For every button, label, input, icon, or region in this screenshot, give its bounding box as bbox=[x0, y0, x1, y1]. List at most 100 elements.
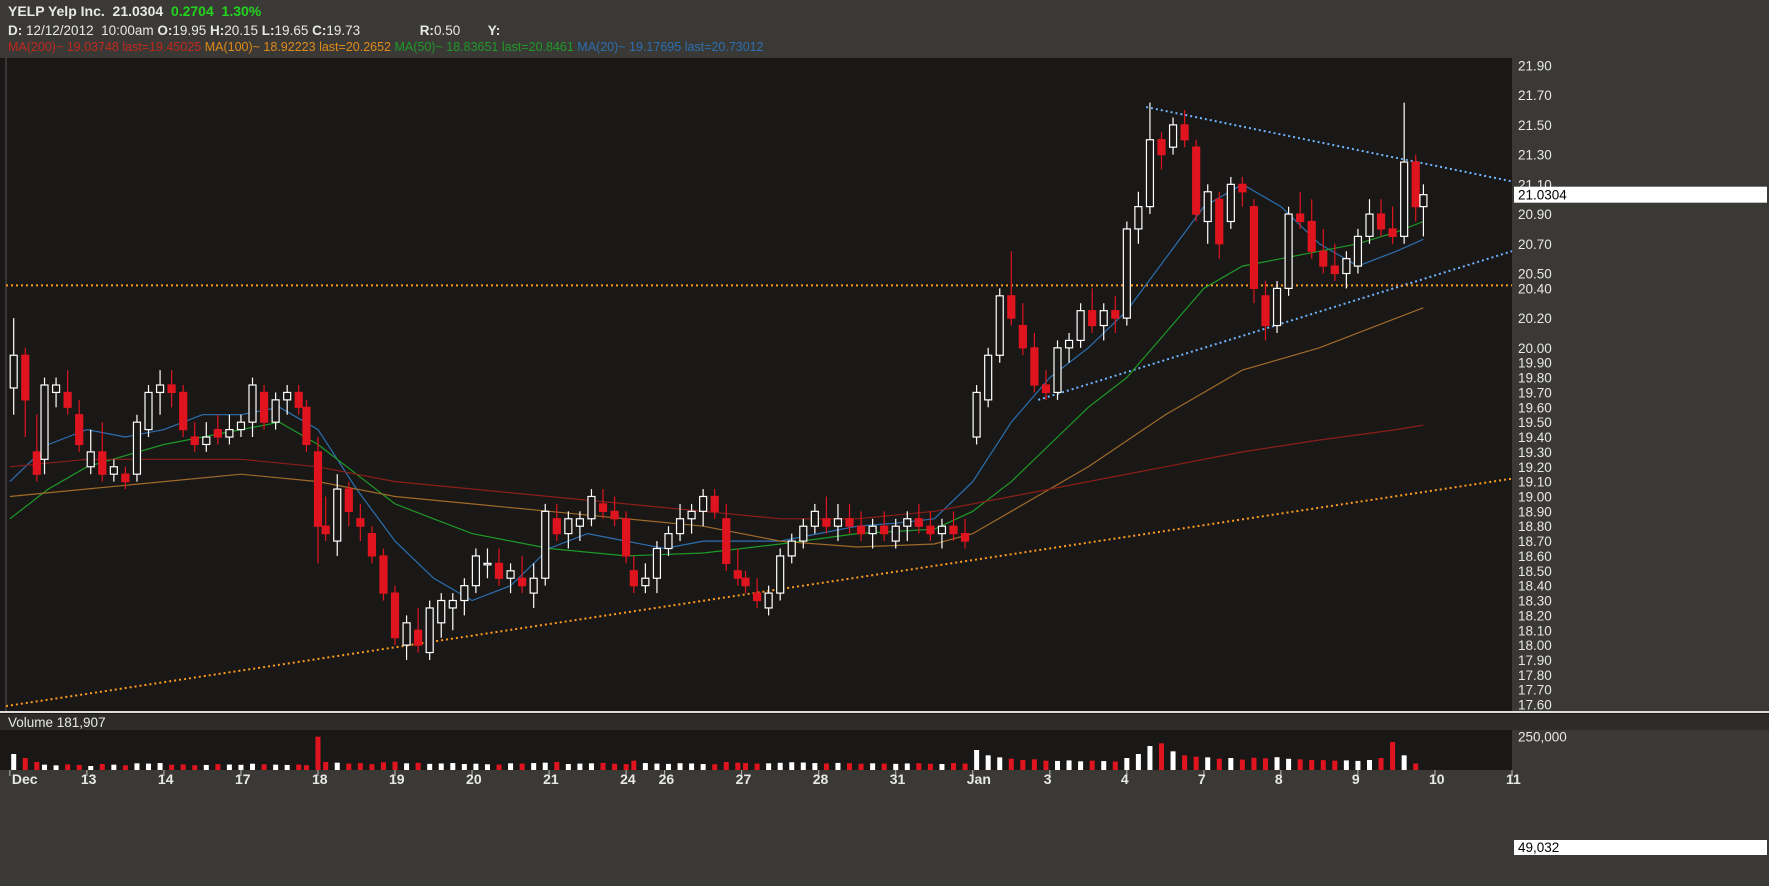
volume-bar bbox=[542, 762, 548, 770]
volume-bar bbox=[1170, 751, 1176, 770]
candle-body bbox=[121, 473, 130, 483]
volume-bar bbox=[927, 763, 933, 770]
volume-bar bbox=[1205, 757, 1211, 770]
candle-body bbox=[926, 525, 935, 535]
date-tick-label: 11 bbox=[1506, 771, 1521, 787]
volume-bar bbox=[1043, 760, 1049, 770]
volume-bar bbox=[261, 764, 267, 770]
volume-bar bbox=[284, 764, 290, 770]
date-tick-label: 28 bbox=[813, 771, 829, 787]
price-tick-label: 20.70 bbox=[1518, 237, 1552, 252]
candle-body bbox=[699, 495, 708, 512]
price-chart[interactable]: 17.6017.7017.8017.9018.0018.1018.2018.30… bbox=[0, 0, 1769, 886]
volume-bar bbox=[531, 763, 537, 770]
candle-body bbox=[1272, 287, 1282, 327]
price-tick-label: 20.00 bbox=[1518, 341, 1552, 356]
candle-body bbox=[344, 488, 353, 512]
volume-bar bbox=[1112, 761, 1118, 770]
price-tick-label: 19.50 bbox=[1518, 415, 1552, 430]
candle-body bbox=[425, 607, 434, 654]
candle-body bbox=[1064, 339, 1074, 349]
volume-bar bbox=[1031, 759, 1037, 770]
volume-bar bbox=[904, 763, 910, 770]
candle-body bbox=[752, 592, 762, 602]
price-tick-label: 19.20 bbox=[1518, 460, 1552, 475]
date-tick-label: 7 bbox=[1198, 771, 1206, 787]
volume-bar bbox=[76, 764, 82, 770]
candle-body bbox=[710, 495, 719, 512]
candle-body bbox=[810, 510, 819, 527]
candle-body bbox=[460, 585, 469, 602]
candle-body bbox=[610, 510, 619, 520]
candle-body bbox=[333, 488, 342, 542]
volume-bar bbox=[450, 763, 456, 770]
date-tick-label: 20 bbox=[466, 771, 482, 787]
candle-body bbox=[63, 391, 72, 408]
candle-body bbox=[51, 384, 61, 394]
volume-bar bbox=[53, 765, 59, 770]
price-tick-label: 20.90 bbox=[1518, 207, 1552, 222]
volume-bar bbox=[1239, 759, 1245, 770]
volume-bar bbox=[346, 763, 352, 770]
candle-body bbox=[271, 399, 280, 423]
candle bbox=[541, 503, 550, 586]
candle-body bbox=[1330, 265, 1339, 275]
volume-bar bbox=[743, 763, 749, 770]
volume-bar bbox=[1355, 760, 1361, 770]
candle-body bbox=[202, 436, 211, 446]
candle bbox=[302, 399, 311, 452]
candle-body bbox=[40, 384, 49, 460]
candle-body bbox=[1249, 206, 1259, 289]
candle-body bbox=[1192, 146, 1201, 215]
candle-body bbox=[167, 384, 176, 394]
candle-body bbox=[506, 570, 515, 579]
candle-body bbox=[1099, 310, 1108, 327]
candle-body bbox=[109, 466, 118, 475]
candle-body bbox=[1238, 183, 1247, 193]
date-tick-label: Dec bbox=[12, 771, 38, 787]
volume-bar bbox=[1274, 757, 1280, 770]
volume-bar bbox=[588, 763, 594, 770]
candle-body bbox=[1376, 213, 1386, 230]
candle-body bbox=[1180, 124, 1189, 141]
candle-body bbox=[891, 525, 900, 542]
volume-bar bbox=[296, 764, 302, 770]
volume-bar bbox=[847, 763, 853, 770]
volume-bar bbox=[951, 763, 957, 770]
price-tick-label: 18.80 bbox=[1518, 519, 1552, 534]
price-tick-label: 20.20 bbox=[1518, 311, 1552, 326]
volume-bar bbox=[496, 764, 502, 770]
candle-body bbox=[1145, 139, 1155, 208]
candle-body bbox=[367, 533, 377, 557]
candle-body bbox=[1319, 250, 1328, 267]
volume-bar bbox=[612, 763, 618, 770]
candle-body bbox=[949, 525, 958, 535]
volume-bar bbox=[1066, 760, 1072, 770]
volume-bar bbox=[122, 765, 128, 770]
candle-body bbox=[1400, 161, 1409, 237]
volume-bar bbox=[577, 763, 583, 770]
candle-body bbox=[1284, 213, 1293, 289]
candle-body bbox=[1053, 347, 1062, 394]
last-volume-label: 49,032 bbox=[1518, 840, 1559, 855]
candle-body bbox=[1018, 324, 1027, 349]
candle-body bbox=[903, 518, 912, 527]
candle-body bbox=[960, 533, 970, 542]
volume-bar bbox=[939, 764, 945, 770]
candle-body bbox=[880, 525, 889, 535]
volume-bar bbox=[1366, 760, 1372, 770]
volume-bar bbox=[1089, 760, 1095, 770]
candle-body bbox=[448, 599, 457, 609]
volume-bar bbox=[315, 736, 321, 770]
volume-bar bbox=[134, 763, 140, 770]
volume-bar bbox=[677, 763, 683, 770]
volume-bar bbox=[1401, 755, 1407, 770]
candle-body bbox=[541, 510, 550, 579]
volume-bar bbox=[415, 762, 421, 770]
candle-body bbox=[356, 518, 365, 527]
volume-bar bbox=[1078, 761, 1084, 770]
volume-bar bbox=[473, 763, 479, 770]
candle bbox=[1122, 221, 1131, 326]
price-tick-label: 18.40 bbox=[1518, 579, 1552, 594]
volume-bar bbox=[1008, 758, 1014, 770]
